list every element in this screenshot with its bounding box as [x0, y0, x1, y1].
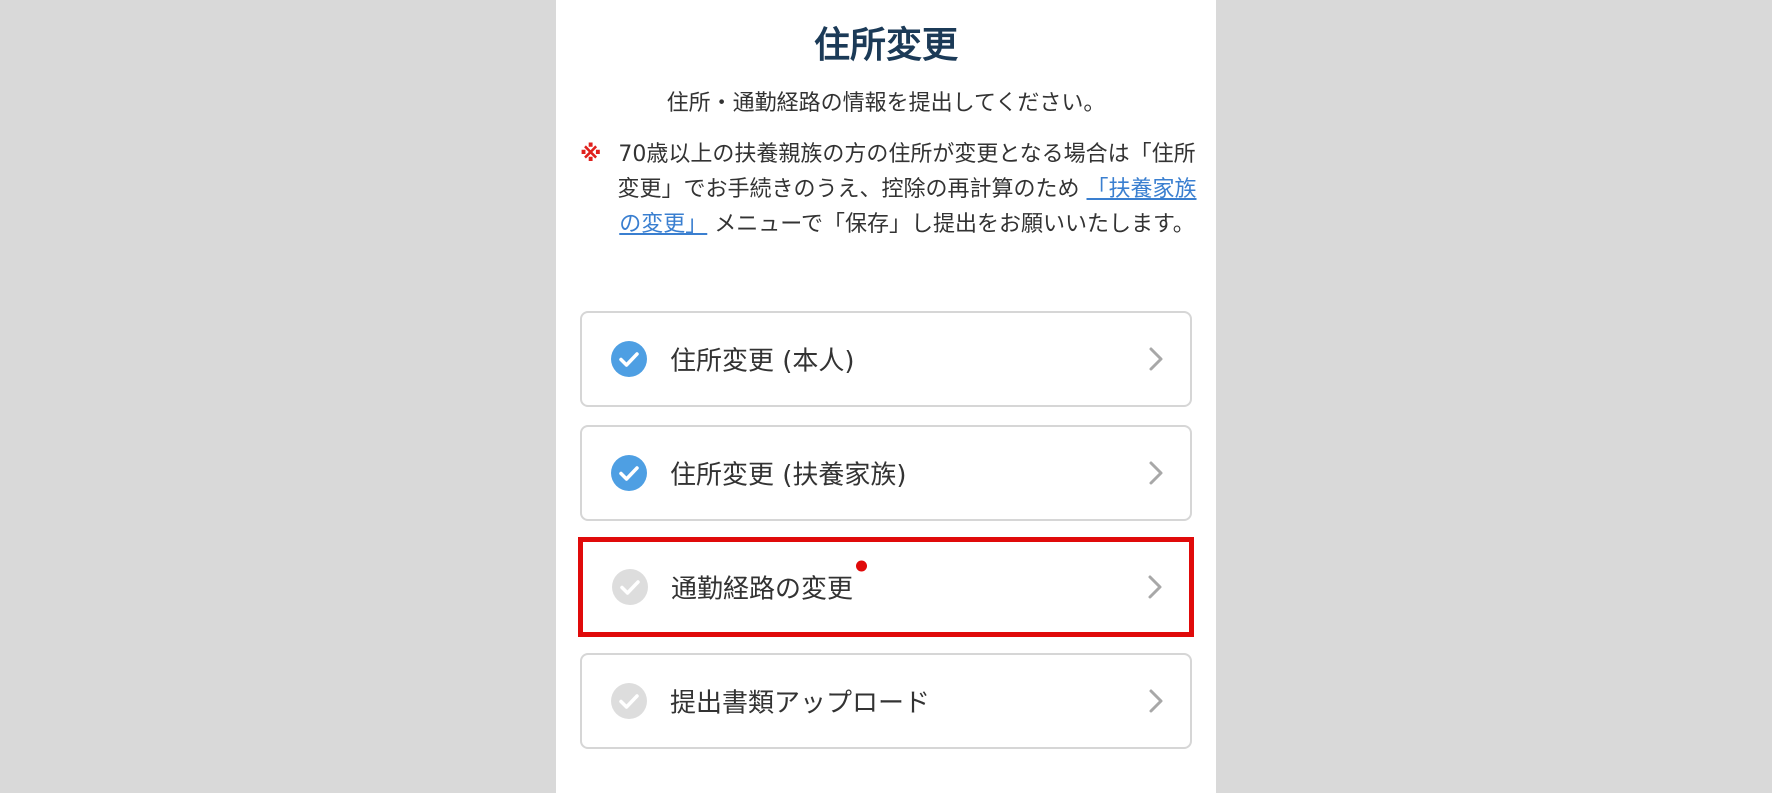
menu-item-label: 提出書類アップロード: [670, 688, 931, 719]
menu-item-commute-route[interactable]: 通勤経路の変更: [578, 537, 1194, 637]
chevron-right-icon: [1148, 346, 1164, 372]
menu-item-label-text: 通勤経路の変更: [671, 574, 854, 605]
menu-item-label: 住所変更 (本人): [670, 346, 855, 377]
menu-item-address-self[interactable]: 住所変更 (本人): [580, 311, 1192, 407]
page-title: 住所変更: [813, 25, 958, 66]
notice-text-after: メニューで「保存」し提出をお願いいたします。: [714, 212, 1195, 237]
check-circle-icon: [612, 569, 648, 605]
page-subtitle: 住所・通勤経路の情報を提出してください。: [666, 91, 1106, 116]
notice: ※ 70歳以上の扶養親族の方の住所が変更となる場合は「住所変更」でお手続きのうえ…: [580, 137, 1204, 242]
check-circle-icon: [611, 683, 647, 719]
content-panel: 住所変更 住所・通勤経路の情報を提出してください。 ※ 70歳以上の扶養親族の方…: [556, 0, 1216, 793]
required-dot: [856, 560, 868, 572]
chevron-right-icon: [1148, 688, 1164, 714]
chevron-right-icon: [1148, 460, 1164, 486]
notice-body: 70歳以上の扶養親族の方の住所が変更となる場合は「住所変更」でお手続きのうえ、控…: [610, 137, 1204, 242]
menu-item-address-dependents[interactable]: 住所変更 (扶養家族): [580, 425, 1192, 521]
notice-mark: ※: [580, 142, 602, 167]
menu-item-label: 住所変更 (扶養家族): [670, 460, 907, 491]
check-circle-icon: [611, 455, 647, 491]
check-circle-icon: [611, 341, 647, 377]
chevron-right-icon: [1147, 574, 1163, 600]
menu-item-document-upload[interactable]: 提出書類アップロード: [580, 653, 1192, 749]
menu-item-label: 通勤経路の変更: [671, 560, 868, 606]
